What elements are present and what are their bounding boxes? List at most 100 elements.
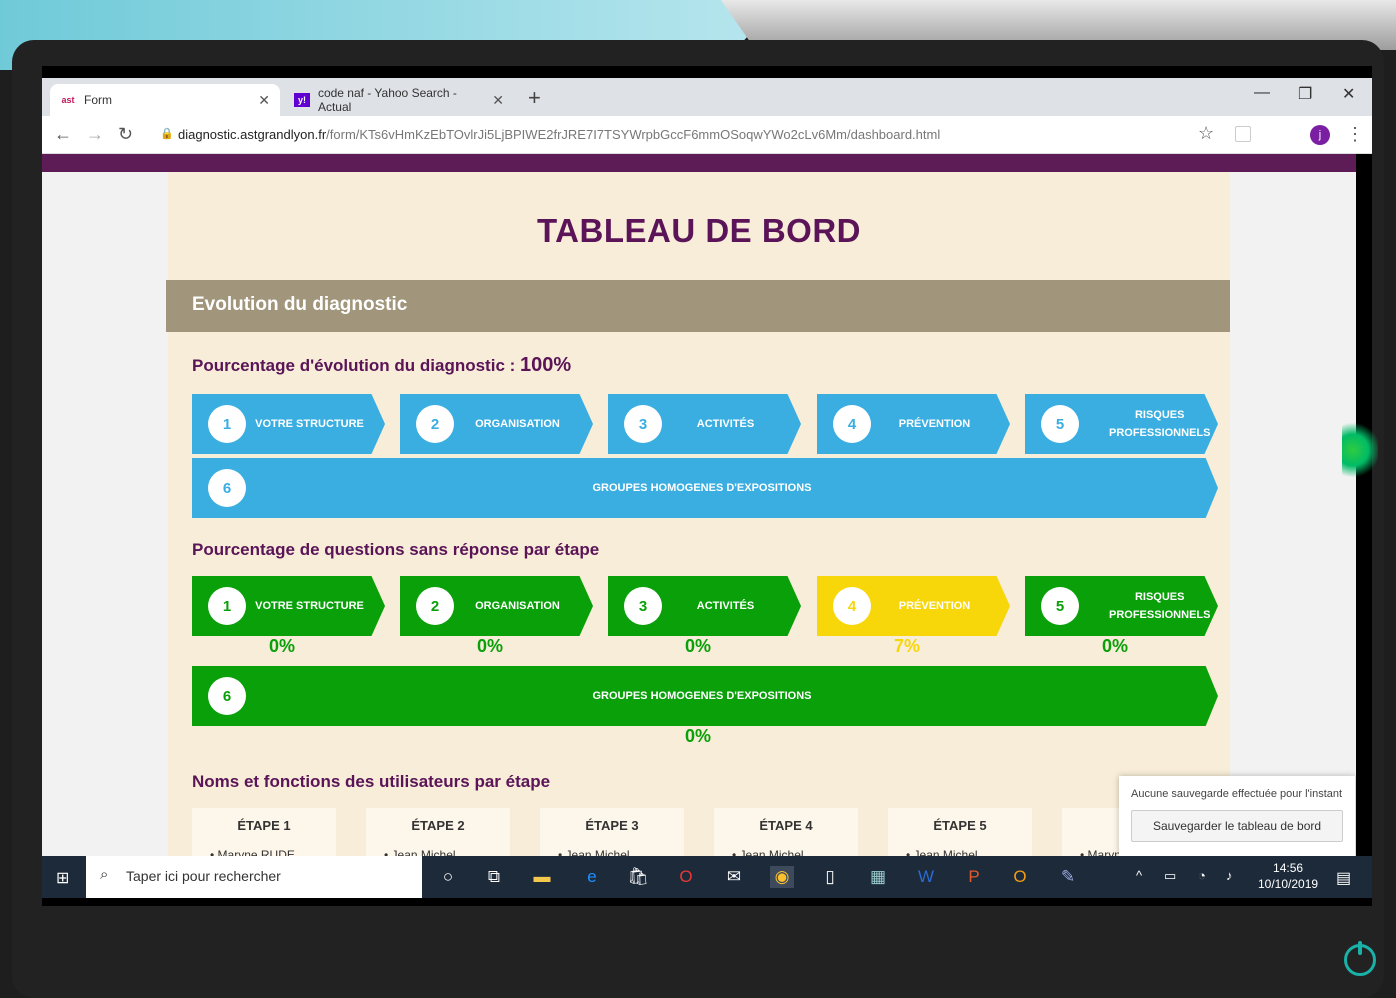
power-icon[interactable] [1344,941,1376,976]
tab-label: Form [84,93,112,107]
step-label: RISQUES PROFESSIONNELS [1109,591,1211,621]
edge-icon[interactable]: e [580,866,604,888]
task-view-icon[interactable]: ⧉ [482,866,506,888]
step-number: 2 [416,587,454,625]
step-number: 3 [624,587,662,625]
section-header: Evolution du diagnostic [166,280,1230,332]
etape-card: ÉTAPE 2 • Jean Michel [366,808,510,856]
etape-card: ÉTAPE 1 • Maryne RUDE [192,808,336,856]
file-explorer-icon[interactable]: ▬ [530,866,554,888]
page-title: TABLEAU DE BORD [536,212,862,249]
users-label: Noms et fonctions des utilisateurs par é… [192,772,551,791]
step-2-blue[interactable]: 2 ORGANISATION [400,394,593,454]
back-icon[interactable]: ← [54,124,72,145]
powerpoint-icon[interactable]: P [962,866,986,888]
url-input[interactable]: diagnostic.astgrandlyon.fr/form/KTs6vHmK… [178,127,940,142]
step-number: 6 [208,469,246,507]
etape-user: • Jean Michel [906,848,978,856]
etape-card: ÉTAPE 3 • Jean Michel [540,808,684,856]
paint-icon[interactable]: ✎ [1056,866,1080,888]
close-window-icon[interactable]: ✕ [1342,84,1355,104]
app-icon[interactable]: ▦ [866,866,890,888]
step-2-green[interactable]: 2 ORGANISATION [400,576,593,636]
taskbar-search-input[interactable]: ⌕ Taper ici pour rechercher [86,856,422,898]
tab-yahoo[interactable]: y! code naf - Yahoo Search - Actual ✕ [284,84,514,116]
close-tab-icon[interactable]: ✕ [492,92,504,109]
windows-start-icon[interactable]: ⊞ [56,868,69,888]
step-label: ORGANISATION [475,418,560,430]
etape-card: ÉTAPE 5 • Jean Michel [888,808,1032,856]
close-tab-icon[interactable]: ✕ [258,92,270,109]
search-icon: ⌕ [100,866,109,883]
step-label: ORGANISATION [475,600,560,612]
step-6-blue[interactable]: 6 GROUPES HOMOGENES D'EXPOSITIONS [192,458,1218,518]
search-placeholder: Taper ici pour rechercher [126,868,281,884]
forward-icon[interactable]: → [86,124,104,145]
save-dashboard-button[interactable]: Sauvegarder le tableau de bord [1131,810,1343,842]
page-viewport: TABLEAU DE BORD Evolution du diagnostic … [42,154,1356,856]
dashboard-card: TABLEAU DE BORD Evolution du diagnostic … [166,172,1230,856]
step-label: PRÉVENTION [898,418,971,430]
taskbar-clock[interactable]: 14:56 10/10/2019 [1258,860,1318,892]
etape-user: • Maryne RUDE [210,848,295,856]
menu-dots-icon[interactable]: ⋮ [1346,124,1364,145]
header-purple-bar [42,154,1356,172]
bookmark-star-icon[interactable]: ☆ [1198,123,1214,144]
wifi-icon[interactable]: ◔ [1198,868,1206,883]
step-1-green[interactable]: 1 VOTRE STRUCTURE [192,576,385,636]
step-5-green[interactable]: 5 RISQUES PROFESSIONNELS [1025,576,1218,636]
evolution-label: Pourcentage d'évolution du diagnostic : … [192,354,571,377]
word-icon[interactable]: W [914,866,938,888]
mail-icon[interactable]: ✉ [722,866,746,888]
step-label: ACTIVITÉS [696,600,755,612]
step-label: GROUPES HOMOGENES D'EXPOSITIONS [592,482,812,494]
step-1-blue[interactable]: 1 VOTRE STRUCTURE [192,394,385,454]
browser-tab-bar: ast Form ✕ y! code naf - Yahoo Search - … [42,78,1372,116]
step-label: GROUPES HOMOGENES D'EXPOSITIONS [592,690,812,702]
lock-icon: 🔒 [160,128,174,140]
etape-label: ÉTAPE 2 [411,818,465,833]
tab-form[interactable]: ast Form ✕ [50,84,280,116]
minimize-icon[interactable]: — [1254,84,1270,102]
step-3-green[interactable]: 3 ACTIVITÉS [608,576,801,636]
etape-label: ÉTAPE 5 [933,818,987,833]
extension-icon[interactable] [1235,126,1251,142]
chrome-icon[interactable]: ◉ [770,866,794,888]
notifications-icon[interactable]: ▤ [1336,868,1351,888]
volume-icon[interactable]: ♪ [1226,868,1233,883]
step-1-pct: 0% [268,636,295,656]
tab-label: code naf - Yahoo Search - Actual [317,86,457,114]
clock-time: 14:56 [1273,861,1304,875]
step-6-green[interactable]: 6 GROUPES HOMOGENES D'EXPOSITIONS [192,666,1218,726]
outlook-icon[interactable]: O [1008,866,1032,888]
profile-avatar[interactable]: j [1310,125,1330,145]
etape-user: • Jean Michel [384,848,456,856]
step-4-yellow[interactable]: 4 PRÉVENTION [817,576,1010,636]
document-icon[interactable]: ▯ [818,866,842,888]
evolution-value: 100% [520,354,572,376]
new-tab-button[interactable]: + [528,84,541,112]
step-number: 1 [208,587,246,625]
step-number: 3 [624,405,662,443]
step-5-blue[interactable]: 5 RISQUES PROFESSIONNELS [1025,394,1218,454]
step-3-pct: 0% [684,636,711,656]
yahoo-favicon-icon: y! [294,93,310,107]
step-label: PRÉVENTION [898,600,971,612]
store-icon[interactable]: 🛍 [626,866,650,888]
opera-icon[interactable]: O [674,866,698,888]
battery-icon[interactable]: ▭ [1164,868,1176,884]
restore-icon[interactable]: ❐ [1298,84,1312,104]
reload-icon[interactable]: ↻ [118,124,133,145]
step-4-pct: 7% [893,636,920,656]
tray-chevron-icon[interactable]: ^ [1136,868,1142,883]
step-label: VOTRE STRUCTURE [255,418,364,430]
step-3-blue[interactable]: 3 ACTIVITÉS [608,394,801,454]
etape-user: • Jean Michel [558,848,630,856]
address-bar-row: ← → ↻ 🔒 diagnostic.astgrandlyon.fr/form/… [42,116,1372,154]
step-number: 5 [1041,587,1079,625]
cortana-icon[interactable]: ○ [436,866,460,888]
step-label: RISQUES PROFESSIONNELS [1109,409,1211,439]
step-number: 2 [416,405,454,443]
step-4-blue[interactable]: 4 PRÉVENTION [817,394,1010,454]
step-label: ACTIVITÉS [696,418,755,430]
